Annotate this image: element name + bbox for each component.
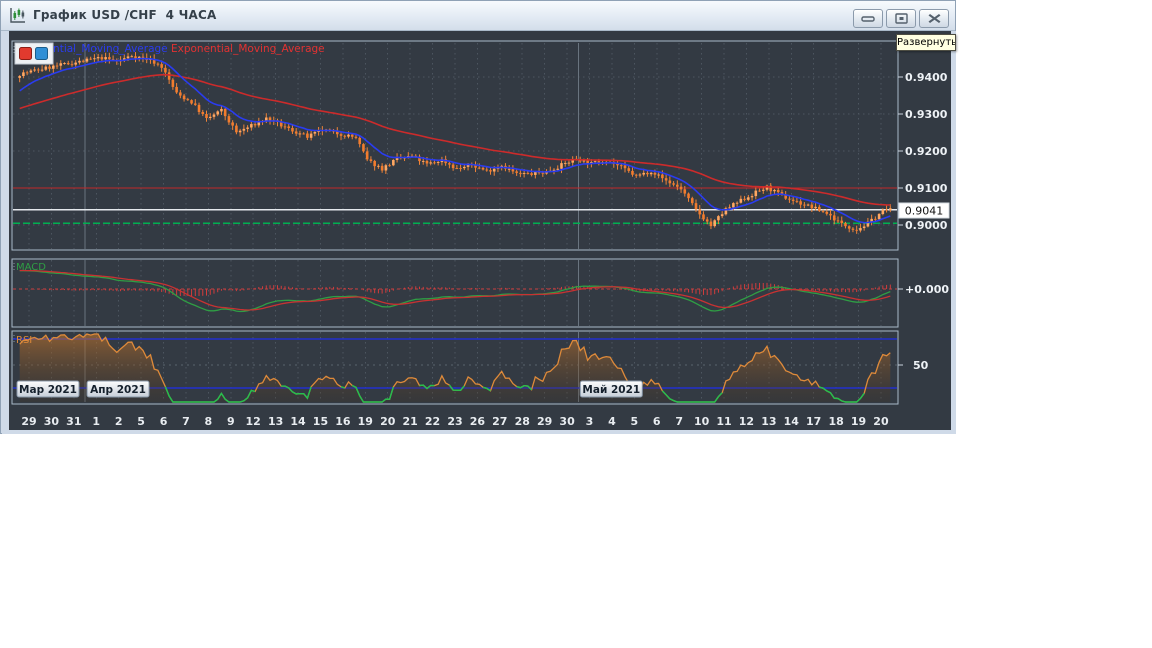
day-label: 12 <box>246 415 261 428</box>
day-label: 13 <box>761 415 776 428</box>
month-badge-label: Май 2021 <box>582 384 640 396</box>
close-button[interactable] <box>919 9 949 28</box>
maximize-button[interactable] <box>886 9 916 28</box>
day-label: 2 <box>115 415 123 428</box>
day-label: 29 <box>537 415 552 428</box>
current-price-value: 0.9041 <box>905 205 944 218</box>
day-label: 14 <box>784 415 800 428</box>
day-label: 6 <box>653 415 661 428</box>
day-label: 31 <box>66 415 81 428</box>
day-label: 12 <box>739 415 754 428</box>
day-label: 29 <box>21 415 36 428</box>
day-label: 19 <box>358 415 373 428</box>
month-badge-label: Апр 2021 <box>90 384 146 396</box>
day-label: 20 <box>380 415 396 428</box>
day-label: 7 <box>675 415 683 428</box>
close-icon <box>928 13 941 24</box>
minimize-button[interactable] <box>853 9 883 28</box>
ema-fast-swatch-button[interactable] <box>36 48 48 60</box>
day-label: 5 <box>631 415 639 428</box>
candlestick-chart-icon <box>9 7 26 24</box>
price-tick-label: 0.9000 <box>905 219 948 232</box>
minimize-icon <box>861 14 875 23</box>
day-label: 8 <box>205 415 213 428</box>
day-label: 13 <box>268 415 283 428</box>
window-title: График USD /CHF 4 ЧАСА <box>33 8 217 22</box>
macd-axis-label: +0.000 <box>905 283 949 296</box>
rsi-axis-label: 50 <box>913 359 929 372</box>
current-price-tag: 0.9041 <box>899 203 949 218</box>
day-label: 15 <box>313 415 328 428</box>
price-tick-label: 0.9100 <box>905 182 948 195</box>
price-tick-label: 0.9300 <box>905 108 948 121</box>
day-label: 18 <box>828 415 843 428</box>
day-label: 19 <box>851 415 866 428</box>
day-label: 26 <box>470 415 486 428</box>
day-label: 22 <box>425 415 440 428</box>
day-label: 4 <box>608 415 616 428</box>
day-label: 10 <box>694 415 710 428</box>
day-label: 3 <box>586 415 594 428</box>
day-label: 6 <box>160 415 168 428</box>
day-label: 16 <box>335 415 351 428</box>
day-label: 14 <box>290 415 306 428</box>
day-label: 9 <box>227 415 235 428</box>
maximize-icon <box>895 13 908 24</box>
day-label: 23 <box>447 415 462 428</box>
day-label: 5 <box>137 415 145 428</box>
tooltip-text: Развернуть <box>897 37 956 48</box>
macd-label: MACD <box>16 262 46 273</box>
titlebar[interactable]: График USD /CHF 4 ЧАСА <box>1 1 955 31</box>
day-label: 28 <box>515 415 530 428</box>
indicator-buttons <box>15 43 53 64</box>
day-label: 21 <box>402 415 417 428</box>
day-label: 27 <box>492 415 507 428</box>
ema-slow-swatch-button[interactable] <box>20 48 32 60</box>
day-label: 17 <box>806 415 821 428</box>
tooltip: Развернуть <box>896 34 956 51</box>
day-label: 11 <box>716 415 731 428</box>
rsi-label: RSI <box>16 335 32 346</box>
day-label: 20 <box>873 415 889 428</box>
chart-window: График USD /CHF 4 ЧАСА Развернуть <box>0 0 956 434</box>
chart-canvas[interactable]: Мар 2021 Апр 2021 Май 2021 0.9400 0.9300 0.92… <box>2 31 956 434</box>
day-label: 7 <box>182 415 190 428</box>
day-label: 1 <box>92 415 100 428</box>
day-label: 30 <box>44 415 60 428</box>
day-label: 30 <box>559 415 575 428</box>
price-tick-label: 0.9200 <box>905 145 948 158</box>
price-tick-label: 0.9400 <box>905 71 948 84</box>
legend-ema-slow: Exponential_Moving_Average <box>171 43 325 55</box>
month-badge-label: Мар 2021 <box>19 384 77 396</box>
